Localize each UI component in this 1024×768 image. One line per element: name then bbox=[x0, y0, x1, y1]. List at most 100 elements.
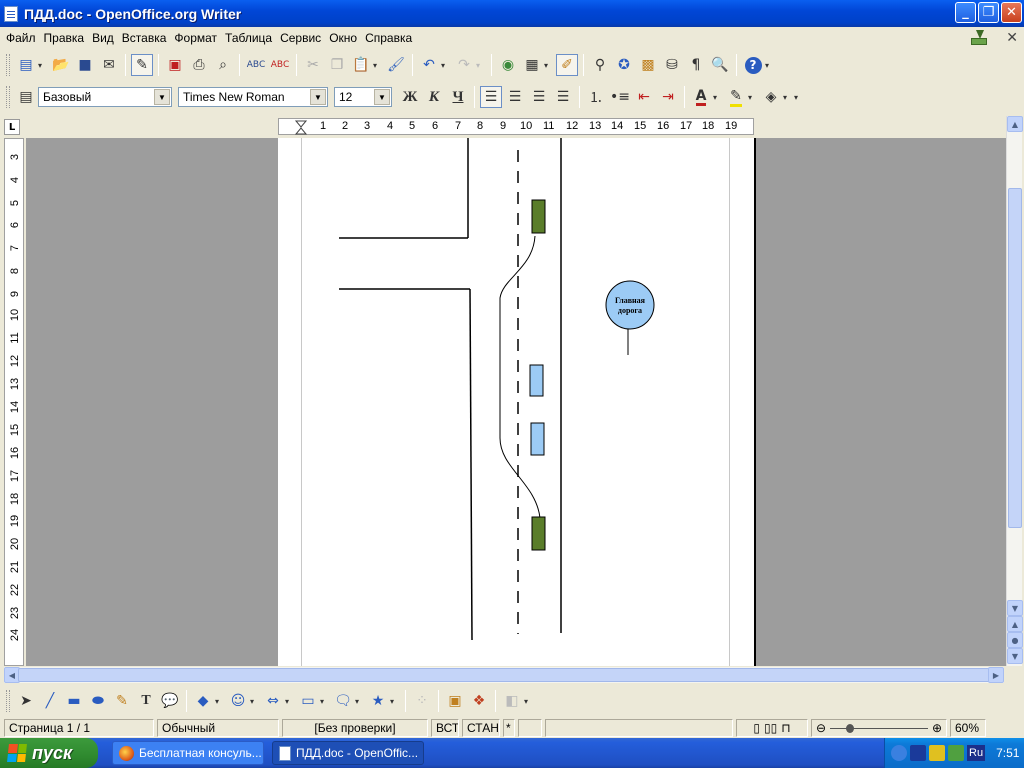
scroll-right-icon[interactable]: ▶ bbox=[988, 667, 1004, 683]
status-selection-mode[interactable]: СТАНД bbox=[462, 719, 500, 737]
zoom-in-icon[interactable]: ⊕ bbox=[932, 721, 942, 735]
vertical-ruler[interactable]: 3 4 5 6 7 8 9 10 11 12 13 14 15 16 17 18… bbox=[4, 138, 24, 666]
clock[interactable]: 7:51 bbox=[996, 746, 1019, 760]
styles-formatting-icon[interactable]: ▤ bbox=[15, 86, 37, 108]
align-left-icon[interactable]: ☰ bbox=[480, 86, 502, 108]
chevron-down-icon[interactable]: ▼ bbox=[310, 89, 326, 105]
callouts-icon[interactable]: 🗨 bbox=[332, 690, 354, 712]
symbol-shapes-dropdown-icon[interactable]: ▾ bbox=[250, 697, 258, 706]
background-color-icon[interactable]: ◈ bbox=[760, 86, 782, 108]
paste-icon[interactable]: 📋 bbox=[350, 54, 372, 76]
undo-icon[interactable]: ↶ bbox=[418, 54, 440, 76]
road-drawing[interactable]: Главная дорога bbox=[278, 138, 756, 666]
book-view-icon[interactable]: ⊓ bbox=[781, 721, 790, 735]
toolbar-grip[interactable] bbox=[6, 86, 10, 108]
green-car-bottom[interactable] bbox=[531, 516, 546, 551]
basic-shapes-icon[interactable]: ◆ bbox=[192, 690, 214, 712]
road-edge-line[interactable] bbox=[469, 288, 473, 641]
help-icon[interactable]: ? bbox=[742, 54, 764, 76]
zoom-out-icon[interactable]: ⊖ bbox=[816, 721, 826, 735]
task-browser[interactable]: Бесплатная консуль... bbox=[112, 741, 264, 765]
new-document-icon[interactable]: ▤ bbox=[15, 54, 37, 76]
status-spellcheck[interactable]: [Без проверки] bbox=[282, 719, 428, 737]
callouts-dropdown-icon[interactable]: ▾ bbox=[355, 697, 363, 706]
horizontal-scrollbar[interactable]: ◀ ▶ bbox=[4, 667, 1004, 683]
font-size-combo[interactable]: 12 ▼ bbox=[334, 87, 392, 107]
scroll-down-icon[interactable]: ▼ bbox=[1007, 600, 1023, 616]
zoom-icon[interactable]: 🔍 bbox=[709, 54, 731, 76]
toolbar-grip[interactable] bbox=[6, 54, 10, 76]
document-page[interactable]: Главная дорога bbox=[278, 138, 756, 666]
close-button[interactable]: ✕ bbox=[1001, 2, 1022, 23]
back-arrow-icon[interactable] bbox=[891, 745, 907, 761]
show-draw-functions-icon[interactable]: ✐ bbox=[556, 54, 578, 76]
block-arrows-icon[interactable]: ⇔ bbox=[262, 690, 284, 712]
justify-icon[interactable]: ☰ bbox=[552, 86, 574, 108]
menu-window[interactable]: Окно bbox=[325, 31, 361, 45]
autospellcheck-icon[interactable]: ABC bbox=[269, 54, 291, 76]
print-icon[interactable]: ⎙ bbox=[188, 54, 210, 76]
zoom-slider[interactable] bbox=[830, 723, 928, 733]
menu-insert[interactable]: Вставка bbox=[118, 31, 171, 45]
vertical-scroll-thumb[interactable] bbox=[1008, 188, 1022, 528]
minimize-button[interactable]: _ bbox=[955, 2, 976, 23]
table-icon[interactable]: ▦ bbox=[521, 54, 543, 76]
font-color-dropdown-icon[interactable]: ▾ bbox=[713, 93, 721, 102]
menu-file[interactable]: Файл bbox=[2, 31, 40, 45]
background-color-dropdown-icon[interactable]: ▾ bbox=[783, 93, 791, 102]
cut-icon[interactable]: ✂ bbox=[302, 54, 324, 76]
decrease-indent-icon[interactable]: ⇤ bbox=[633, 86, 655, 108]
callout-tool-icon[interactable]: 💬 bbox=[159, 690, 181, 712]
symbol-shapes-icon[interactable]: ☺ bbox=[227, 690, 249, 712]
ellipse-tool-icon[interactable]: ⬬ bbox=[87, 690, 109, 712]
toolbar-options-icon[interactable]: ▾ bbox=[524, 697, 532, 706]
chevron-down-icon[interactable]: ▼ bbox=[154, 89, 170, 105]
from-file-icon[interactable]: ▣ bbox=[444, 690, 466, 712]
edit-file-icon[interactable]: ✎ bbox=[131, 54, 153, 76]
highlighting-icon[interactable]: ✎ bbox=[725, 86, 747, 108]
green-car-top[interactable] bbox=[531, 199, 546, 234]
status-insert-mode[interactable]: ВСТ bbox=[431, 719, 459, 737]
document-view[interactable]: Главная дорога bbox=[26, 138, 1006, 666]
font-color-icon[interactable]: A bbox=[690, 86, 712, 108]
vertical-scrollbar[interactable]: ▲ ▼ ▲ ● ▼ bbox=[1006, 116, 1023, 666]
underline-button[interactable]: Ч bbox=[447, 86, 469, 108]
bold-button[interactable]: Ж bbox=[399, 86, 421, 108]
gallery-icon[interactable]: ▩ bbox=[637, 54, 659, 76]
spellcheck-icon[interactable]: ABC bbox=[245, 54, 267, 76]
flowchart-icon[interactable]: ▭ bbox=[297, 690, 319, 712]
chevron-down-icon[interactable]: ▼ bbox=[374, 89, 390, 105]
security-icon[interactable] bbox=[948, 745, 964, 761]
format-paintbrush-icon[interactable]: 🖌 bbox=[385, 54, 407, 76]
new-dropdown-icon[interactable]: ▾ bbox=[38, 61, 46, 70]
increase-indent-icon[interactable]: ⇥ bbox=[657, 86, 679, 108]
menu-tools[interactable]: Сервис bbox=[276, 31, 325, 45]
basic-shapes-dropdown-icon[interactable]: ▾ bbox=[215, 697, 223, 706]
menu-help[interactable]: Справка bbox=[361, 31, 416, 45]
update-download-icon[interactable] bbox=[970, 29, 988, 46]
redo-icon[interactable]: ↷ bbox=[453, 54, 475, 76]
task-writer[interactable]: ПДД.doc - OpenOffic... bbox=[272, 741, 424, 765]
navigator-icon[interactable]: ✪ bbox=[613, 54, 635, 76]
single-page-view-icon[interactable]: ▯ bbox=[753, 721, 760, 735]
print-preview-icon[interactable]: ⌕ bbox=[212, 54, 234, 76]
stars-icon[interactable]: ★ bbox=[367, 690, 389, 712]
indent-marker-icon[interactable] bbox=[295, 120, 307, 135]
toolbar-options-icon[interactable]: ▾ bbox=[794, 93, 802, 102]
table-dropdown-icon[interactable]: ▾ bbox=[544, 61, 552, 70]
zoom-slider-knob[interactable] bbox=[846, 723, 855, 733]
toolbar-options-icon[interactable]: ▾ bbox=[765, 61, 773, 70]
menu-view[interactable]: Вид bbox=[88, 31, 118, 45]
horizontal-ruler[interactable]: 1 2 3 4 5 6 7 8 9 10 11 12 13 14 15 16 1… bbox=[278, 118, 754, 135]
text-tool-icon[interactable]: T bbox=[135, 690, 157, 712]
start-button[interactable]: пуск bbox=[0, 738, 98, 768]
blue-car-2[interactable] bbox=[530, 422, 545, 456]
menu-edit[interactable]: Правка bbox=[40, 31, 89, 45]
multi-page-view-icon[interactable]: ▯▯ bbox=[764, 721, 777, 735]
freeform-tool-icon[interactable]: ✎ bbox=[111, 690, 133, 712]
save-icon[interactable]: ■ bbox=[74, 54, 96, 76]
find-replace-icon[interactable]: ⚲ bbox=[589, 54, 611, 76]
hyperlink-icon[interactable]: ◉ bbox=[497, 54, 519, 76]
paste-dropdown-icon[interactable]: ▾ bbox=[373, 61, 381, 70]
open-icon[interactable]: 📂 bbox=[50, 54, 72, 76]
